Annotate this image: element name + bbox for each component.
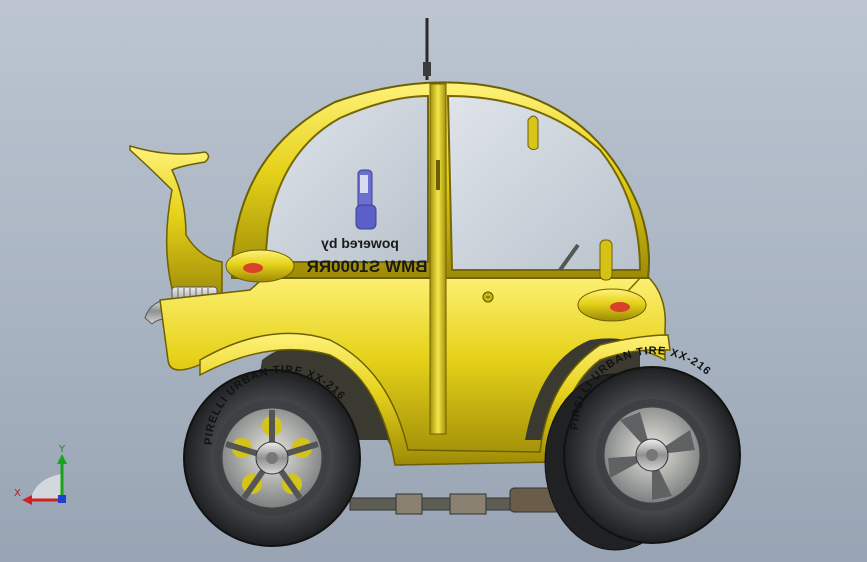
rear-wheel: PIRELLI URBAN TIRE XX-216: [183, 364, 361, 547]
side-mirror: [527, 115, 539, 151]
rear-light: [225, 249, 295, 283]
z-axis-marker: [58, 495, 66, 503]
x-axis-label: X: [14, 488, 21, 499]
decal-line2: BMW S1000RR: [307, 257, 428, 276]
3d-model-viewport[interactable]: powered by BMW S1000RR PIRELLI URBAN TIR…: [0, 0, 867, 562]
y-axis-label: Y: [58, 444, 66, 455]
front-wheel: PIRELLI URBAN TIRE XX-216: [563, 345, 741, 544]
axle-rod: [349, 487, 571, 515]
antenna: [423, 18, 431, 80]
coordinate-triad: Y X: [14, 444, 67, 505]
rear-tail-seat: [129, 144, 223, 301]
decal-line1: powered by: [321, 235, 399, 251]
